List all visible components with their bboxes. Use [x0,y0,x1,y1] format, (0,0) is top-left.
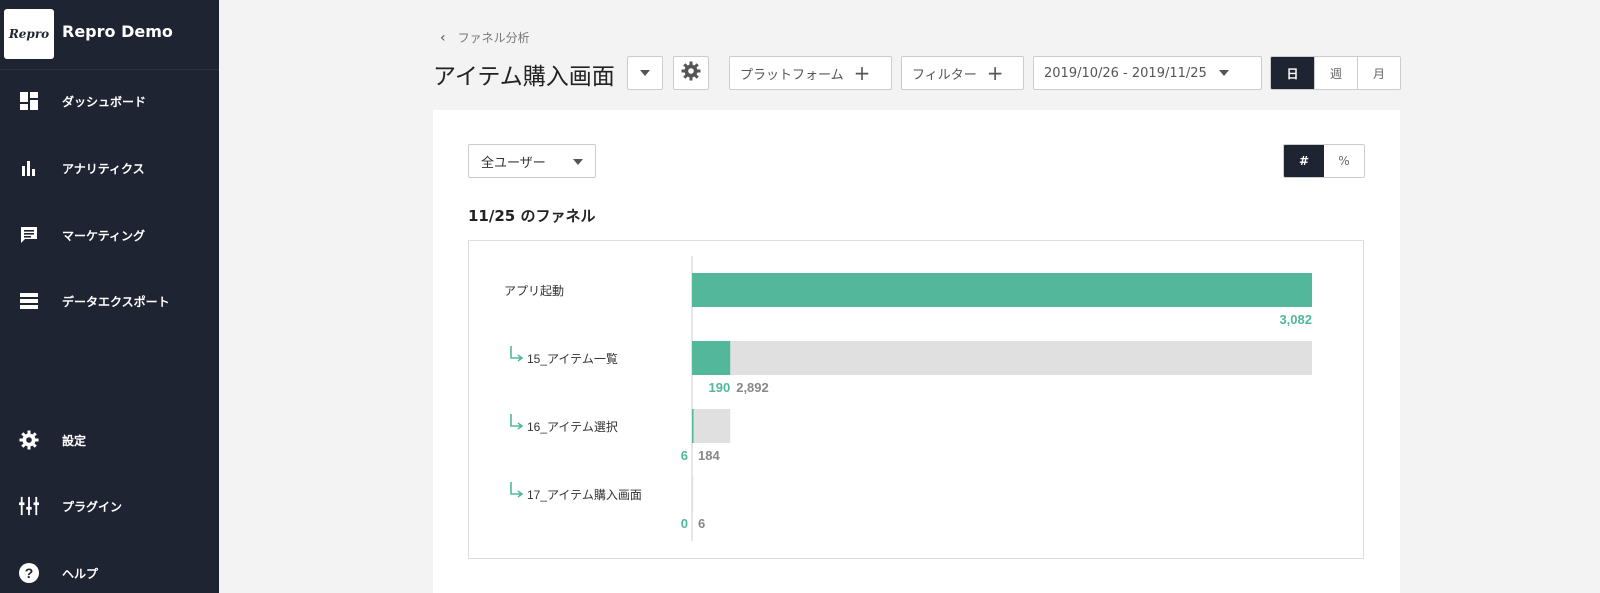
funnel-dropoff-bar [692,409,731,443]
sidebar-divider [0,69,219,70]
sidebar-item-analytics[interactable]: アナリティクス [0,148,219,188]
display-percent-button[interactable]: % [1324,145,1364,177]
page-title: アイテム購入画面 [433,64,615,90]
sidebar-item-marketing[interactable]: マーケティング [0,215,219,255]
gear-icon [19,430,39,450]
funnel-dropoff-bar [692,341,1312,375]
help-icon: ? [19,563,39,583]
plus-icon: + [986,61,1004,85]
plugin-icon [19,496,39,516]
funnel-converted-bar [692,273,1312,307]
dashboard-icon [19,91,39,111]
date-range-picker[interactable]: 2019/10/26 - 2019/11/25 [1033,56,1262,90]
sidebar: Repro Repro Demo ダッシュボード アナリティクス マーケティング… [0,0,219,593]
dropoff-value-label: 184 [698,448,720,463]
user-segment-value: 全ユーザー [481,155,546,171]
chevron-left-icon: ‹ [440,29,446,46]
funnel-title: 11/25 のファネル [468,207,596,225]
converted-value-label: 3,082 [1279,312,1312,327]
funnel-chart-svg: アプリ起動 3,082 15_アイテム一覧 190 2,892 16_アイテム選択 6 184… [504,256,1312,541]
filter-add-button[interactable]: フィルター + [901,56,1024,90]
title-dropdown-button[interactable] [627,56,663,90]
breadcrumb-back-link[interactable]: ‹ ファネル分析 [440,29,530,46]
funnel-step-label: 15_アイテム一覧 [527,352,618,366]
funnel-chart: アプリ起動 3,082 15_アイテム一覧 190 2,892 16_アイテム選択 6 184… [468,240,1364,559]
sidebar-item-label: アナリティクス [62,161,145,176]
app-logo[interactable]: Repro [4,9,54,59]
sidebar-item-label: 設定 [62,433,87,448]
sidebar-item-label: ヘルプ [62,566,99,581]
sidebar-item-settings[interactable]: 設定 [0,420,219,460]
caret-down-icon [573,159,583,165]
funnel-step-label: 17_アイテム購入画面 [527,488,642,502]
bar-chart-icon [19,158,39,178]
user-segment-select[interactable]: 全ユーザー [468,144,596,178]
date-range-value: 2019/10/26 - 2019/11/25 [1044,65,1207,81]
platform-label: プラットフォーム [740,67,844,83]
storage-icon [19,291,39,311]
converted-value-label: 0 [681,516,688,531]
caret-down-icon [640,70,650,76]
app-name: Repro Demo [62,22,173,41]
gear-icon [681,61,701,85]
dropoff-value-label: 2,892 [736,380,769,395]
message-icon [19,225,39,245]
converted-value-label: 6 [681,448,688,463]
breadcrumb-label: ファネル分析 [457,31,530,45]
funnel-converted-bar [692,341,731,375]
platform-add-button[interactable]: プラットフォーム + [729,56,892,90]
sidebar-item-plugins[interactable]: プラグイン [0,486,219,526]
sidebar-item-help[interactable]: ? ヘルプ [0,553,219,593]
funnel-step-label: 16_アイテム選択 [527,420,618,434]
period-day-button[interactable]: 日 [1271,57,1314,89]
sidebar-item-label: マーケティング [62,228,146,243]
funnel-converted-bar [692,409,694,443]
sidebar-item-data-export[interactable]: データエクスポート [0,281,219,321]
period-toggle: 日 週 月 [1270,56,1401,90]
sidebar-item-label: データエクスポート [62,294,170,309]
dropoff-value-label: 6 [698,516,705,531]
funnel-step-label: アプリ起動 [504,284,564,298]
sidebar-item-dashboard[interactable]: ダッシュボード [0,81,219,121]
period-week-button[interactable]: 週 [1314,57,1357,89]
funnel-settings-button[interactable] [673,56,709,90]
funnel-card: 全ユーザー # % 11/25 のファネル アプリ起動 3,082 15_アイテム一… [433,110,1400,593]
filter-label: フィルター [912,67,977,83]
sidebar-item-label: ダッシュボード [62,94,147,109]
plus-icon: + [853,61,871,85]
period-month-button[interactable]: 月 [1357,57,1400,89]
svg-text:?: ? [25,565,34,581]
converted-value-label: 190 [709,380,731,395]
caret-down-icon [1218,70,1229,76]
logo-text: Repro [8,27,50,41]
sidebar-item-label: プラグイン [62,499,123,514]
display-mode-toggle: # % [1283,144,1365,178]
display-count-button[interactable]: # [1284,145,1324,177]
funnel-dropoff-bar [692,477,694,511]
